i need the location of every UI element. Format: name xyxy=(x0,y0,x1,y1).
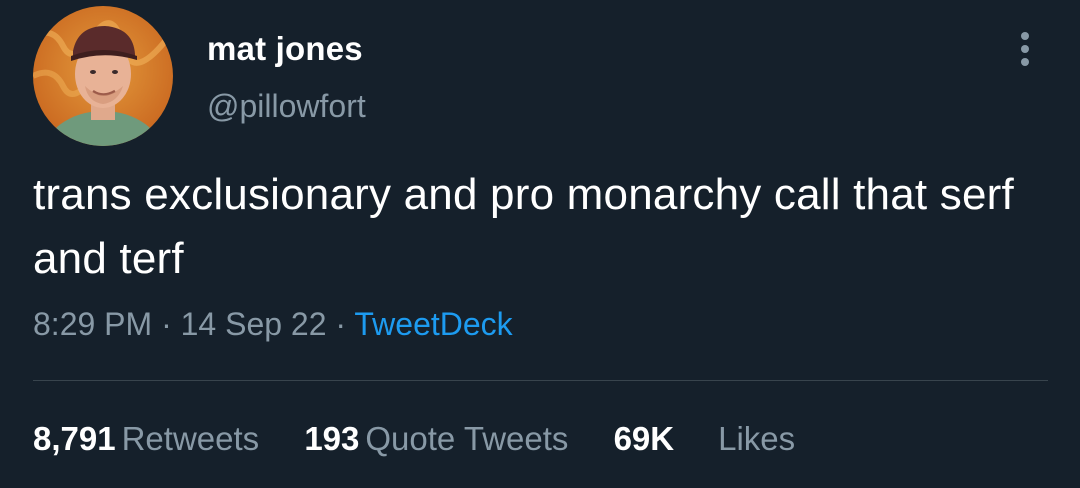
more-vertical-icon-dot xyxy=(1021,58,1029,66)
tweet-date[interactable]: 14 Sep 22 xyxy=(181,306,327,342)
avatar[interactable] xyxy=(33,6,173,146)
display-name[interactable]: mat jones xyxy=(207,30,363,68)
tweet-source-link[interactable]: TweetDeck xyxy=(354,306,512,342)
more-options-button[interactable] xyxy=(1010,28,1040,70)
retweets-count: 8,791 xyxy=(33,420,116,457)
likes-label: Likes xyxy=(718,420,796,457)
retweets-label: Retweets xyxy=(121,420,260,457)
retweets-stat[interactable]: 8,791 Retweets xyxy=(33,420,259,458)
meta-separator: · xyxy=(161,306,172,342)
divider xyxy=(33,380,1048,381)
quote-tweets-stat[interactable]: 193 Quote Tweets xyxy=(304,420,568,458)
tweet-text: trans exclusionary and pro monarchy call… xyxy=(33,170,1014,283)
quote-tweets-label: Quote Tweets xyxy=(365,420,569,457)
tweet-time[interactable]: 8:29 PM xyxy=(33,306,152,342)
user-handle[interactable]: @pillowfort xyxy=(207,88,366,125)
tweet-card: mat jones @pillowfort trans exclusionary… xyxy=(0,0,1080,488)
quote-tweets-count: 193 xyxy=(304,420,360,457)
likes-stat[interactable]: 69K Likes xyxy=(614,420,796,458)
meta-separator: · xyxy=(335,306,347,342)
more-vertical-icon-dot xyxy=(1021,45,1029,53)
tweet-stats: 8,791 Retweets 193 Quote Tweets 69K Likes xyxy=(33,420,831,458)
likes-count: 69K xyxy=(613,420,675,457)
more-vertical-icon xyxy=(1021,32,1029,40)
tweet-metadata: 8:29 PM · 14 Sep 22 · TweetDeck xyxy=(33,306,513,343)
